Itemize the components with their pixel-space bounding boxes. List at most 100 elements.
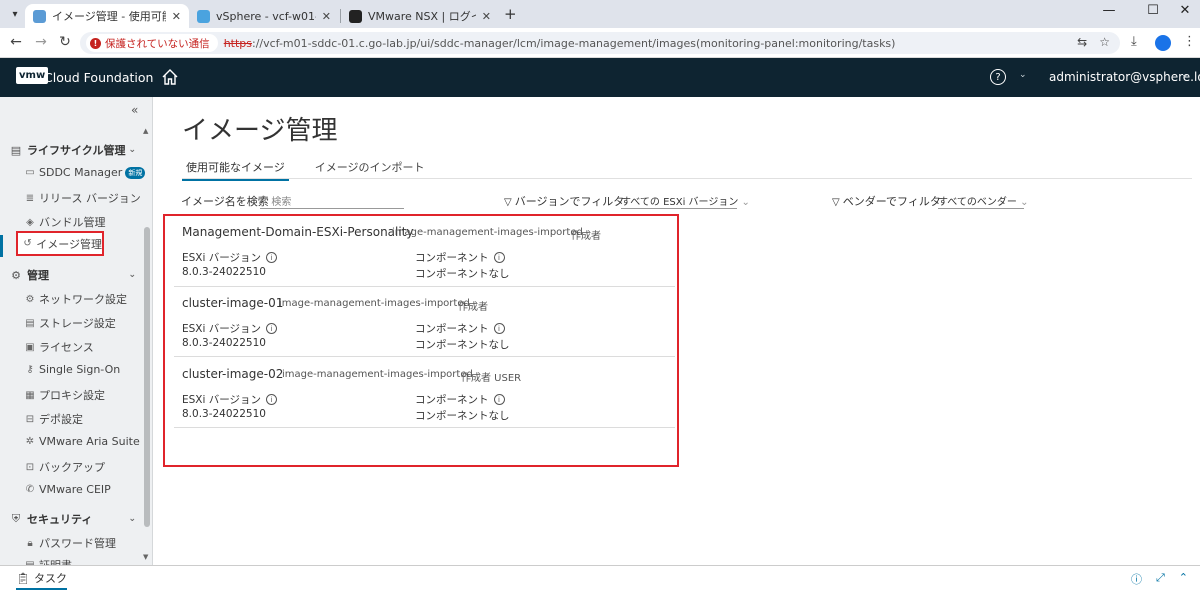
sidebar: « ▲ ▼ ▤ ライフサイクル管理 ⌄ ▭ SDDC Manager 新規 ≣ … — [0, 97, 153, 565]
license-icon: ▣ — [25, 341, 35, 353]
phone-icon: ✆ — [25, 484, 35, 495]
chevron-down-icon: ⌄ — [741, 197, 750, 208]
bottom-actions: ⓘ ⤢ ⌃ — [1131, 571, 1188, 587]
scroll-down-arrow[interactable]: ▼ — [143, 553, 148, 561]
page-title: イメージ管理 — [182, 116, 338, 146]
sidebar-item-proxy[interactable]: ▦ プロキシ設定 — [24, 387, 105, 403]
url-text[interactable]: https://vcf-m01-sddc-01.c.go-lab.jp/ui/s… — [224, 37, 896, 50]
shield-icon: ⛨ — [11, 512, 21, 525]
profile-avatar[interactable] — [1155, 35, 1171, 51]
sidebar-item-certificates[interactable]: ▤ 証明書 — [24, 557, 72, 565]
sidebar-group-security[interactable]: ⛨ セキュリティ ⌄ — [10, 511, 136, 527]
chevron-down-icon[interactable]: ⌄ — [1181, 70, 1189, 80]
chevron-down-icon: ⌄ — [128, 145, 136, 155]
gear-icon: ⚙ — [11, 268, 21, 282]
reload-icon[interactable]: ↻ — [56, 34, 74, 50]
translate-icon[interactable]: ⇆ — [1077, 35, 1087, 49]
search-input[interactable]: ⚲ 検索 — [260, 193, 404, 209]
tab-divider — [182, 178, 1192, 179]
search-icon: ⚲ — [260, 195, 268, 206]
depot-icon: ⊟ — [25, 413, 35, 425]
collapse-sidebar-icon[interactable]: « — [131, 103, 138, 117]
browser-toolbar: ← → ↻ ! 保護されていない通信 https://vcf-m01-sddc-… — [0, 28, 1200, 58]
main-content: イメージ管理 使用可能なイメージ イメージのインポート イメージ名を検索 ⚲ 検… — [154, 97, 1200, 565]
chevron-down-icon: ⌄ — [128, 270, 136, 280]
name-filter-label: イメージ名を検索 — [181, 195, 269, 208]
close-tab-icon[interactable]: ✕ — [172, 10, 181, 23]
new-tab-icon[interactable]: + — [504, 5, 517, 23]
browser-menu-icon[interactable]: ⋮ — [1183, 34, 1196, 49]
proxy-icon: ▦ — [25, 389, 35, 401]
bookmark-star-icon[interactable]: ☆ — [1099, 35, 1110, 49]
backup-icon: ⊡ — [25, 461, 35, 473]
help-icon[interactable]: ? — [990, 69, 1006, 85]
sidebar-item-depot[interactable]: ⊟ デポ設定 — [24, 411, 83, 427]
window-icon: ▭ — [25, 167, 35, 178]
sidebar-item-bundle-management[interactable]: ◈ バンドル管理 — [24, 214, 105, 230]
browser-tab-active[interactable]: イメージ管理 - 使用可能なイメージ ✕ — [25, 4, 189, 28]
clipboard-icon: 📋︎ — [16, 571, 30, 585]
maximize-icon[interactable]: ☐ — [1138, 3, 1168, 18]
sidebar-item-release-versions[interactable]: ≣ リリース バージョン — [24, 190, 141, 206]
aria-icon: ✲ — [25, 436, 35, 447]
sidebar-group-lifecycle[interactable]: ▤ ライフサイクル管理 ⌄ — [10, 142, 136, 158]
storage-icon: ▤ — [25, 317, 35, 329]
sidebar-item-license[interactable]: ▣ ライセンス — [24, 339, 94, 355]
list-icon: ≣ — [25, 192, 35, 204]
bundle-icon: ◈ — [26, 216, 34, 228]
close-tab-icon[interactable]: ✕ — [322, 10, 331, 23]
collapse-panel-icon[interactable]: ⌃ — [1179, 571, 1188, 587]
close-tab-icon[interactable]: ✕ — [482, 10, 491, 23]
expand-icon[interactable]: ⤢ — [1156, 571, 1165, 587]
browser-tab-vsphere[interactable]: vSphere - vcf-w01-cl01 - イメージ ✕ — [189, 4, 339, 28]
key-icon: ⚷ — [26, 364, 34, 375]
lock-icon: 🔒︎ — [27, 537, 33, 549]
close-window-icon[interactable]: ✕ — [1170, 3, 1200, 18]
minimize-icon[interactable]: — — [1094, 3, 1124, 18]
filter-icon: ▽ — [504, 197, 512, 208]
filter-icon: ▽ — [832, 197, 840, 208]
cloud-favicon-icon — [33, 9, 46, 23]
help-icon[interactable]: ⓘ — [1131, 571, 1142, 587]
version-filter-label: ▽ バージョンでフィルタ — [504, 195, 625, 208]
sidebar-item-sso[interactable]: ⚷ Single Sign-On — [24, 363, 120, 376]
app-header: vmw Cloud Foundation ? ⌄ administrator@v… — [0, 58, 1200, 97]
sidebar-item-backup[interactable]: ⊡ バックアップ — [24, 459, 105, 475]
browser-tabstrip: ▾ イメージ管理 - 使用可能なイメージ ✕ vSphere - vcf-w01… — [0, 0, 1200, 28]
new-badge: 新規 — [125, 166, 146, 179]
download-icon[interactable]: ⤓ — [1131, 34, 1137, 49]
chevron-down-icon: ⌄ — [128, 514, 136, 524]
scroll-up-arrow[interactable]: ▲ — [143, 127, 148, 135]
tasks-tab[interactable]: 📋︎ タスク — [16, 570, 67, 590]
warning-icon: ! — [90, 37, 101, 49]
user-menu[interactable]: administrator@vsphere.local — [1049, 70, 1200, 84]
network-icon: ⚙ — [25, 293, 35, 305]
omnibox-actions: ⇆ ☆ — [1077, 35, 1110, 49]
sidebar-item-image-management[interactable]: ↺ イメージ管理 — [16, 231, 104, 256]
sidebar-scrollbar[interactable] — [144, 227, 150, 527]
app-title: Cloud Foundation — [44, 70, 154, 85]
active-indicator — [0, 235, 3, 257]
security-chip[interactable]: ! 保護されていない通信 — [86, 34, 218, 52]
sidebar-item-sddc-manager[interactable]: ▭ SDDC Manager 新規 — [24, 166, 146, 179]
back-icon[interactable]: ← — [7, 34, 25, 50]
sidebar-item-password[interactable]: 🔒︎ パスワード管理 — [24, 535, 116, 551]
vendor-filter-select[interactable]: すべてのベンダー ⌄ — [938, 193, 1028, 209]
address-bar[interactable]: ! 保護されていない通信 https://vcf-m01-sddc-01.c.g… — [80, 32, 1120, 54]
browser-tab-nsx[interactable]: VMware NSX | ログイン ✕ — [341, 4, 499, 28]
sidebar-item-storage[interactable]: ▤ ストレージ設定 — [24, 315, 116, 331]
sidebar-group-admin[interactable]: ⚙ 管理 ⌄ — [10, 267, 136, 283]
nsx-favicon-icon — [349, 9, 362, 23]
chevron-down-icon[interactable]: ⌄ — [1019, 70, 1027, 80]
sidebar-item-aria-suite[interactable]: ✲ VMware Aria Suite — [24, 435, 140, 448]
forward-icon[interactable]: → — [32, 34, 50, 50]
tab-search-icon[interactable]: ▾ — [6, 5, 24, 23]
layers-icon: ▤ — [10, 143, 22, 157]
sidebar-item-network[interactable]: ⚙ ネットワーク設定 — [24, 291, 127, 307]
bottom-bar: 📋︎ タスク ⓘ ⤢ ⌃ — [0, 565, 1200, 590]
sidebar-item-ceip[interactable]: ✆ VMware CEIP — [24, 483, 111, 496]
history-icon: ↺ — [23, 238, 32, 249]
vsphere-favicon-icon — [197, 9, 210, 23]
home-icon[interactable] — [160, 67, 180, 87]
version-filter-select[interactable]: すべての ESXi バージョン ⌄ — [621, 193, 750, 209]
